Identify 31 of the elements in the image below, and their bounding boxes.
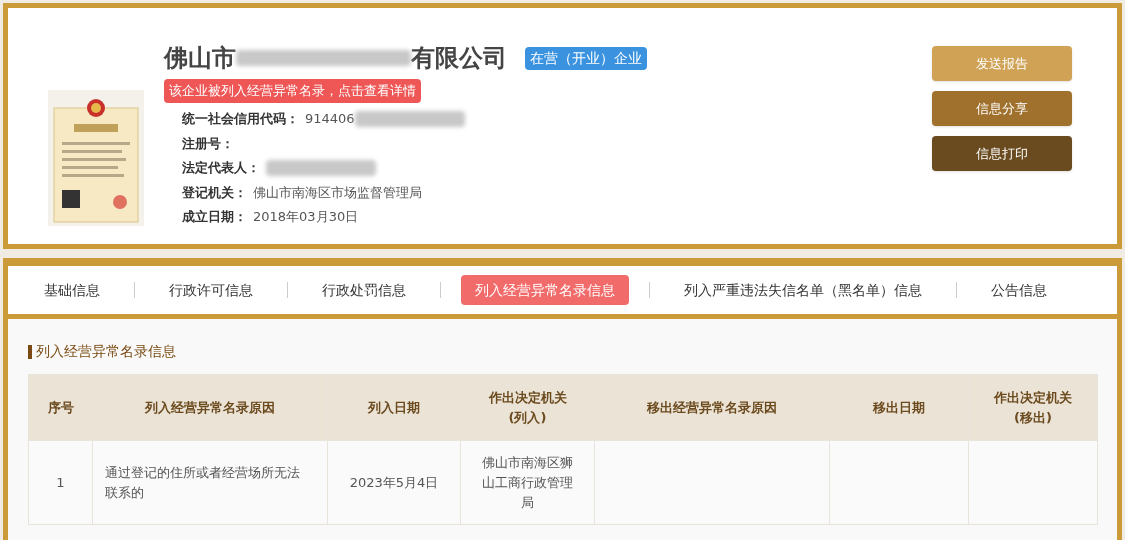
field-value: 佛山市南海区市场监督管理局: [253, 183, 422, 202]
column-header: 列入经营异常名录原因: [92, 374, 328, 441]
status-badge: 在营（开业）企业: [525, 46, 647, 70]
company-name: 佛山市: [164, 43, 236, 74]
section-title: 列入经营异常名录信息: [36, 342, 176, 361]
table-cell: 佛山市南海区狮山工商行政管理局: [482, 454, 573, 510]
section-marker: [28, 344, 32, 359]
company-name: 有限公司: [411, 43, 507, 74]
column-header: 作出决定机关 (列入): [460, 374, 595, 441]
tab[interactable]: 行政处罚信息: [308, 275, 420, 305]
column-header: 序号: [28, 374, 93, 441]
table-cell: 1: [56, 474, 65, 490]
column-header: 作出决定机关 (移出): [968, 374, 1098, 441]
field-label: 法定代表人：: [182, 159, 260, 177]
tab[interactable]: 列入严重违法失信名单（黑名单）信息: [670, 275, 936, 305]
column-header: 列入日期: [327, 374, 461, 441]
action-button[interactable]: 信息分享: [932, 91, 1072, 126]
tab[interactable]: 行政许可信息: [155, 275, 267, 305]
field-value: 2018年03月30日: [253, 208, 359, 226]
field-label: 登记机关：: [182, 183, 247, 202]
field-label: 统一社会信用代码：: [182, 110, 299, 128]
action-button[interactable]: 信息打印: [932, 136, 1072, 171]
column-header: 移出经营异常名录原因: [594, 374, 830, 441]
table-cell: 2023年5月4日: [349, 474, 439, 490]
table-cell: 通过登记的住所或者经营场所无法联系的: [105, 464, 300, 500]
field-value: 914406: [305, 110, 355, 128]
field-label: 成立日期：: [182, 208, 247, 226]
tab[interactable]: 基础信息: [30, 275, 114, 305]
column-header: 移出日期: [829, 374, 969, 441]
field-label: 注册号：: [182, 134, 234, 153]
tab[interactable]: 公告信息: [977, 275, 1061, 305]
